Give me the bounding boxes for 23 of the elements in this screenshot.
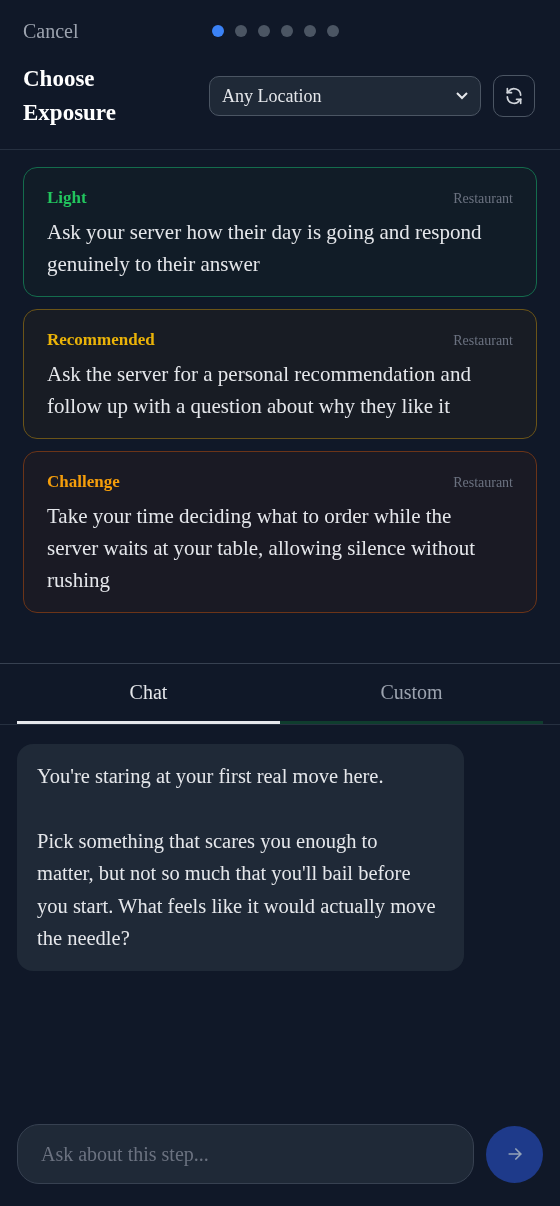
exposure-card[interactable]: Challenge Restaurant Take your time deciding what to order while the server waits at your table, allowing silence without rushing bbox=[23, 451, 537, 613]
exposure-text: Take your time deciding what to order while the server waits at your table, allowing silence without rushing bbox=[47, 503, 477, 594]
exposure-card[interactable]: Recommended Restaurant Ask the server for a personal recommendation and follow up with a question about why they like it bbox=[23, 309, 537, 439]
level-label: Challenge bbox=[47, 472, 120, 492]
place-label: Restaurant bbox=[453, 191, 513, 207]
level-label: Light bbox=[47, 188, 87, 208]
message-input[interactable]: Ask about this step... bbox=[17, 1124, 474, 1184]
exposure-text: Ask the server for a personal recommendation and follow up with a question about why they like it bbox=[47, 361, 472, 420]
tab[interactable]: Custom bbox=[280, 664, 543, 724]
message-text: Pick something that scares you enough to matter, but not so much that you'll bail before you start. What feels like it would actually move the needle? bbox=[37, 828, 437, 951]
message-text: You're staring at your first real move here. bbox=[37, 764, 385, 790]
cancel-link[interactable]: Cancel bbox=[23, 19, 212, 43]
exposure-text: Ask your server how their day is going and respond genuinely to their answer bbox=[47, 219, 483, 278]
exposure-card[interactable]: Light Restaurant Ask your server how their day is going and respond genuinely to their answer bbox=[23, 167, 537, 297]
refresh-icon bbox=[504, 86, 524, 106]
place-label: Restaurant bbox=[453, 475, 513, 491]
location-dropdown[interactable]: Any Location bbox=[209, 76, 481, 116]
tab[interactable]: Chat bbox=[17, 664, 280, 724]
place-label: Restaurant bbox=[453, 333, 513, 349]
page-title: Choose Exposure bbox=[23, 65, 117, 127]
refresh-button[interactable] bbox=[493, 75, 535, 117]
chevron-icon bbox=[456, 92, 468, 100]
level-label: Recommended bbox=[47, 330, 155, 350]
